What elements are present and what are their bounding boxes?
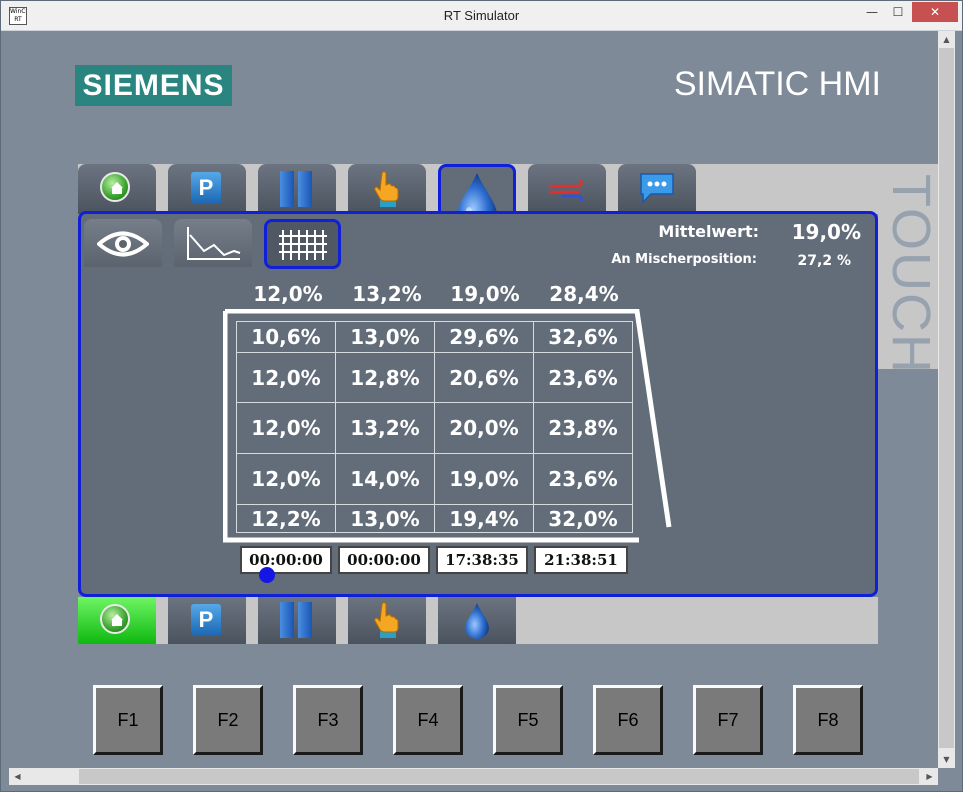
column-average-1: 12,0% xyxy=(253,282,323,306)
column-average-4: 28,4% xyxy=(549,282,619,306)
vertical-scrollbar[interactable]: ▲ ▼ xyxy=(938,31,955,768)
grid-cell: 12,2% xyxy=(236,504,336,533)
grid-icon xyxy=(279,230,327,260)
grid-cell: 32,0% xyxy=(533,504,633,533)
nav-airflow-button[interactable] xyxy=(528,164,606,214)
bottom-moisture-button[interactable] xyxy=(438,597,516,644)
time-field-2[interactable]: 00:00:00 xyxy=(338,546,430,574)
f8-key[interactable]: F8 xyxy=(793,685,863,755)
time-field-3[interactable]: 17:38:35 xyxy=(436,546,528,574)
f1-key[interactable]: F1 xyxy=(93,685,163,755)
nav-pause-button[interactable] xyxy=(258,164,336,214)
mean-label: Mittelwert: xyxy=(658,222,759,241)
grid-cell: 12,0% xyxy=(236,402,336,454)
grid-cell: 23,8% xyxy=(533,402,633,454)
grid-cell: 23,6% xyxy=(533,352,633,403)
hand-icon xyxy=(374,171,399,207)
trend-icon xyxy=(187,227,241,260)
nav-parameter-button[interactable]: P xyxy=(168,164,246,214)
bottom-manual-button[interactable] xyxy=(348,597,426,644)
grid-row: 12,0% 13,2% 20,0% 23,8% xyxy=(236,402,633,454)
view-grid-button[interactable] xyxy=(264,219,341,269)
pause-icon xyxy=(280,602,314,638)
home-icon xyxy=(100,172,130,202)
column-average-2: 13,2% xyxy=(352,282,422,306)
f3-key[interactable]: F3 xyxy=(293,685,363,755)
rt-simulator-window: WinCC RT RT Simulator — ☐ ✕ SIEMENS SIMA… xyxy=(0,0,963,792)
parking-icon: P xyxy=(191,172,221,204)
grid-cell: 12,0% xyxy=(236,453,336,505)
grid-cell: 20,0% xyxy=(434,402,534,454)
vertical-scroll-thumb[interactable] xyxy=(939,48,954,748)
grid-row: 12,0% 14,0% 19,0% 23,6% xyxy=(236,453,633,505)
chat-icon xyxy=(640,173,674,204)
view-trend-button[interactable] xyxy=(174,219,252,267)
grid-row: 10,6% 13,0% 29,6% 32,6% xyxy=(236,321,633,353)
f7-key[interactable]: F7 xyxy=(693,685,763,755)
bottom-home-button[interactable] xyxy=(78,597,156,644)
grid-cell: 32,6% xyxy=(533,321,633,353)
horizontal-scrollbar[interactable]: ◀ ▶ xyxy=(9,768,938,785)
grid-cell: 19,0% xyxy=(434,453,534,505)
moisture-grid-table: 10,6% 13,0% 29,6% 32,6% 12,0% 12,8% 20,6… xyxy=(236,321,633,533)
scroll-down-icon[interactable]: ▼ xyxy=(938,751,955,768)
grid-cell: 13,0% xyxy=(335,321,435,353)
grid-cell: 13,2% xyxy=(335,402,435,454)
close-button[interactable]: ✕ xyxy=(912,2,958,22)
title-bar[interactable]: WinCC RT RT Simulator — ☐ ✕ xyxy=(1,1,962,31)
hand-icon xyxy=(374,602,399,638)
grid-cell: 10,6% xyxy=(236,321,336,353)
grid-cell: 23,6% xyxy=(533,453,633,505)
minimize-button[interactable]: — xyxy=(859,2,885,22)
grid-row: 12,2% 13,0% 19,4% 32,0% xyxy=(236,504,633,533)
f5-key[interactable]: F5 xyxy=(493,685,563,755)
grid-cell: 29,6% xyxy=(434,321,534,353)
touch-text: TOUCH xyxy=(881,174,938,369)
scroll-up-icon[interactable]: ▲ xyxy=(938,31,955,48)
time-field-4[interactable]: 21:38:51 xyxy=(534,546,628,574)
f6-key[interactable]: F6 xyxy=(593,685,663,755)
bottom-pause-button[interactable] xyxy=(258,597,336,644)
grid-cell: 12,8% xyxy=(335,352,435,403)
grid-cell: 13,0% xyxy=(335,504,435,533)
eye-icon xyxy=(97,231,149,257)
scroll-left-icon[interactable]: ◀ xyxy=(9,768,26,785)
touch-side-label: TOUCH xyxy=(878,164,938,369)
view-overview-button[interactable] xyxy=(84,219,162,267)
pause-icon xyxy=(280,171,314,207)
nav-manual-button[interactable] xyxy=(348,164,426,214)
nav-home-button[interactable] xyxy=(78,164,156,214)
time-slider-handle[interactable] xyxy=(259,567,275,583)
mixer-position-label: An Mischerposition: xyxy=(611,252,757,267)
mixer-position-value: 27,2 % xyxy=(797,253,851,269)
simatic-hmi-label: SIMATIC HMI xyxy=(673,65,881,103)
parking-icon: P xyxy=(191,604,221,636)
grid-cell: 12,0% xyxy=(236,352,336,403)
nav-messages-button[interactable] xyxy=(618,164,696,214)
grid-row: 12,0% 12,8% 20,6% 23,6% xyxy=(236,352,633,403)
mean-value: 19,0% xyxy=(791,220,861,244)
airflow-icon xyxy=(549,179,583,202)
column-average-3: 19,0% xyxy=(450,282,520,306)
grid-cell: 14,0% xyxy=(335,453,435,505)
grid-cell: 19,4% xyxy=(434,504,534,533)
horizontal-scroll-thumb[interactable] xyxy=(79,769,919,784)
maximize-button[interactable]: ☐ xyxy=(885,2,911,22)
scroll-right-icon[interactable]: ▶ xyxy=(921,768,938,785)
bottom-parameter-button[interactable]: P xyxy=(168,597,246,644)
window-title: RT Simulator xyxy=(443,8,520,23)
f4-key[interactable]: F4 xyxy=(393,685,463,755)
home-icon xyxy=(100,604,130,634)
siemens-logo: SIEMENS xyxy=(75,65,232,106)
f2-key[interactable]: F2 xyxy=(193,685,263,755)
time-field-1[interactable]: 00:00:00 xyxy=(240,546,332,574)
water-drop-icon xyxy=(465,603,489,639)
grid-cell: 20,6% xyxy=(434,352,534,403)
